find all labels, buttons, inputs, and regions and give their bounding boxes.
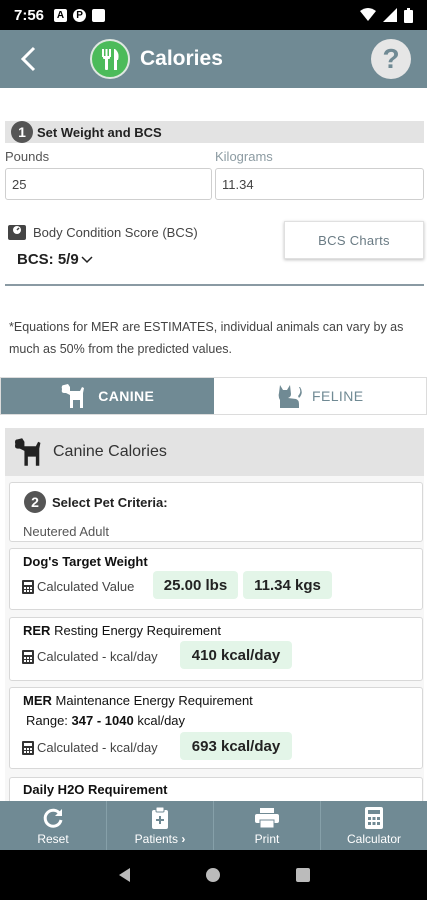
target-weight-sublabel-row: Calculated Value bbox=[22, 579, 134, 594]
status-notification-icons: A P bbox=[54, 8, 106, 22]
rer-title-row: RER Resting Energy Requirement bbox=[23, 623, 221, 638]
mer-range-unit: kcal/day bbox=[137, 713, 186, 728]
kilograms-label: Kilograms bbox=[215, 149, 273, 164]
tab-canine[interactable]: CANINE bbox=[1, 378, 214, 414]
kilograms-input[interactable]: 11.34 bbox=[215, 168, 424, 200]
tab-feline[interactable]: FELINE bbox=[213, 378, 426, 414]
step-number-badge: 2 bbox=[24, 491, 46, 513]
h2o-title: Daily H2O Requirement bbox=[23, 782, 168, 797]
chevron-down-icon bbox=[81, 255, 93, 263]
calories-panel-title: Canine Calories bbox=[53, 443, 167, 460]
bcs-dropdown[interactable]: BCS: 5/9 bbox=[17, 251, 93, 268]
print-button[interactable]: Print bbox=[214, 801, 321, 850]
scale-icon bbox=[8, 225, 26, 240]
target-weight-title: Dog's Target Weight bbox=[23, 554, 148, 569]
notification-card-icon bbox=[92, 8, 106, 22]
print-label: Print bbox=[254, 831, 280, 846]
chevron-left-icon bbox=[20, 46, 36, 72]
mer-sublabel-row: Calculated - kcal/day bbox=[22, 740, 158, 755]
clipboard-icon bbox=[152, 806, 168, 829]
rer-sublabel-row: Calculated - kcal/day bbox=[22, 649, 158, 664]
bcs-value: BCS: 5/9 bbox=[17, 251, 79, 268]
mer-abbr: MER bbox=[23, 693, 52, 708]
mer-disclaimer: *Equations for MER are ESTIMATES, indivi… bbox=[9, 320, 404, 356]
mer-title: Maintenance Energy Requirement bbox=[55, 693, 253, 708]
bcs-charts-button[interactable]: BCS Charts bbox=[284, 221, 424, 259]
mer-range-row: Range: 347 - 1040 kcal/day bbox=[26, 713, 185, 728]
target-weight-lbs: 25.00 lbs bbox=[153, 571, 238, 599]
rer-value: 410 kcal/day bbox=[180, 641, 292, 669]
system-recents-icon[interactable] bbox=[295, 868, 310, 882]
calculator-button[interactable]: Calculator bbox=[321, 801, 427, 850]
rer-title: Resting Energy Requirement bbox=[54, 623, 221, 638]
chevron-right-icon: › bbox=[181, 831, 186, 846]
step-number-badge: 1 bbox=[11, 121, 33, 143]
dog-icon bbox=[61, 384, 85, 408]
target-weight-card: Dog's Target Weight Calculated Value 25.… bbox=[9, 548, 423, 610]
species-tabs: CANINE FELINE bbox=[0, 377, 427, 415]
tab-feline-label: FELINE bbox=[312, 388, 364, 404]
h2o-card: Daily H2O Requirement bbox=[9, 777, 423, 801]
section-divider bbox=[5, 284, 424, 286]
notification-p-icon: P bbox=[73, 8, 87, 22]
pet-criteria-card[interactable]: 2 Select Pet Criteria: Neutered Adult bbox=[9, 482, 423, 542]
canine-calories-panel: Canine Calories 2 Select Pet Criteria: N… bbox=[5, 428, 424, 801]
target-weight-sublabel: Calculated Value bbox=[37, 579, 135, 594]
page-title: Calories bbox=[140, 47, 223, 70]
rer-sublabel: Calculated - kcal/day bbox=[37, 649, 158, 664]
patients-label: Patients bbox=[134, 831, 178, 846]
battery-icon bbox=[404, 7, 413, 23]
patients-button[interactable]: Patients › bbox=[107, 801, 214, 850]
status-system-icons bbox=[360, 7, 413, 23]
refresh-icon bbox=[43, 808, 63, 828]
criteria-value: Neutered Adult bbox=[23, 524, 110, 539]
mer-range-value: 347 - 1040 bbox=[71, 713, 134, 728]
pounds-label: Pounds bbox=[5, 149, 50, 164]
step-title: Set Weight and BCS bbox=[37, 124, 162, 140]
signal-icon bbox=[383, 8, 397, 22]
mer-card: MER Maintenance Energy Requirement Range… bbox=[9, 687, 423, 769]
calculator-label: Calculator bbox=[346, 831, 402, 846]
app-header: Calories ? bbox=[0, 30, 427, 88]
status-bar: 7:56 A P bbox=[0, 0, 427, 30]
calculator-icon bbox=[365, 806, 383, 829]
status-time: 7:56 bbox=[14, 6, 45, 24]
calculator-icon bbox=[22, 579, 34, 594]
system-home-icon[interactable] bbox=[205, 867, 221, 883]
help-button[interactable]: ? bbox=[371, 39, 411, 79]
rer-card: RER Resting Energy Requirement Calculate… bbox=[9, 617, 423, 681]
back-button[interactable] bbox=[0, 30, 56, 88]
main-content: 1 Set Weight and BCS Pounds Kilograms 25… bbox=[0, 88, 427, 801]
weight-step-header: 1 Set Weight and BCS bbox=[5, 121, 424, 143]
dog-icon bbox=[15, 438, 41, 466]
bcs-label: Body Condition Score (BCS) bbox=[33, 225, 198, 240]
system-back-icon[interactable] bbox=[117, 867, 131, 883]
criteria-header: 2 Select Pet Criteria: bbox=[24, 491, 168, 513]
mer-value: 693 kcal/day bbox=[180, 732, 292, 760]
pounds-input[interactable]: 25 bbox=[5, 168, 212, 200]
calculator-icon bbox=[22, 649, 34, 664]
criteria-title: Select Pet Criteria: bbox=[52, 494, 168, 510]
reset-label: Reset bbox=[37, 831, 69, 846]
notification-a-icon: A bbox=[54, 8, 68, 22]
reset-button[interactable]: Reset bbox=[0, 801, 107, 850]
calculator-icon bbox=[22, 740, 34, 755]
target-weight-kgs: 11.34 kgs bbox=[243, 571, 332, 599]
mer-title-row: MER Maintenance Energy Requirement bbox=[23, 693, 253, 708]
rer-abbr: RER bbox=[23, 623, 51, 638]
wifi-icon bbox=[360, 8, 376, 21]
fork-knife-logo-icon bbox=[90, 39, 130, 79]
patients-label-row: Patients › bbox=[135, 832, 186, 846]
android-nav-bar bbox=[0, 850, 427, 900]
mer-range-label: Range: bbox=[26, 713, 68, 728]
mer-sublabel: Calculated - kcal/day bbox=[37, 740, 158, 755]
calories-panel-header: Canine Calories bbox=[5, 428, 424, 476]
bottom-nav: Reset Patients › Print Calculator bbox=[0, 801, 427, 850]
tab-canine-label: CANINE bbox=[98, 388, 155, 404]
printer-icon bbox=[255, 807, 279, 828]
cat-icon bbox=[278, 385, 302, 408]
